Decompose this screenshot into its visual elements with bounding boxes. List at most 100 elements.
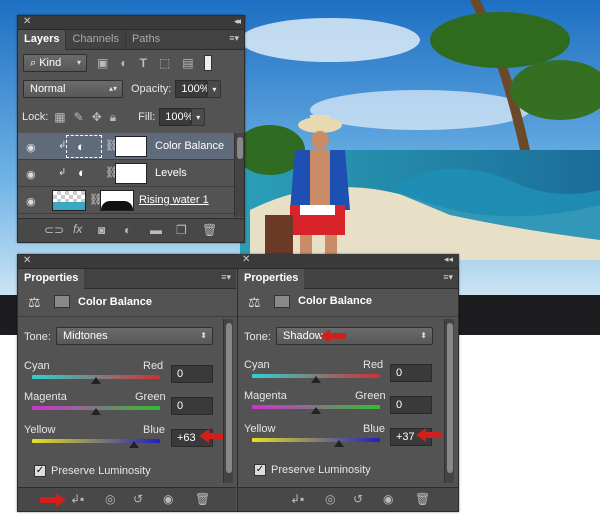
chevron-updown-icon: ⬍ — [420, 331, 427, 340]
properties-title: Color Balance — [298, 295, 372, 307]
close-icon[interactable]: ✕ — [242, 254, 250, 265]
properties-header: ⚖ Color Balance — [18, 290, 236, 317]
trash-icon[interactable]: 🗑︎ — [415, 492, 430, 506]
tab-paths[interactable]: Paths — [124, 30, 166, 50]
properties-left-scrollbar[interactable] — [223, 319, 233, 483]
visibility-eye-icon[interactable]: ◉ — [26, 195, 38, 208]
filter-kind-label: Kind — [39, 57, 62, 69]
close-icon[interactable]: ✕ — [23, 16, 31, 27]
opacity-dropdown-icon[interactable]: ▾ — [207, 80, 222, 98]
red-arrow-annotation — [320, 329, 346, 343]
lock-pixels-icon[interactable]: ✎ — [74, 110, 84, 124]
layer-mask-thumbnail[interactable] — [100, 190, 134, 211]
scrollbar-thumb[interactable] — [226, 323, 232, 473]
tone-dropdown[interactable]: Midtones ⬍ — [56, 327, 213, 345]
close-icon[interactable]: ✕ — [23, 255, 31, 266]
properties-right-titlebar[interactable]: ✕ ◂◂ — [238, 254, 459, 268]
yellow-label: Yellow — [24, 424, 56, 436]
shape-filter-icon[interactable]: ⬚ — [159, 56, 170, 70]
filter-toggle[interactable] — [203, 55, 212, 71]
link-icon[interactable]: ⊂⊃ — [44, 223, 64, 237]
image-filter-icon[interactable]: ▣ — [97, 56, 108, 70]
visibility-eye-icon[interactable]: ◉ — [26, 141, 38, 154]
cyan-red-value[interactable]: 0 — [390, 364, 432, 382]
smartobject-filter-icon[interactable]: ▤ — [182, 56, 193, 70]
properties-right-footer: ↲▪ ◎ ↺ ◉ 🗑︎ — [238, 487, 458, 511]
red-arrow-annotation — [416, 428, 442, 442]
layer-row-color-balance[interactable]: ◉ ↲ ◐ ⛓ Color Balance — [18, 133, 239, 160]
filter-kind-dropdown[interactable]: ⌕ Kind ▾ — [23, 54, 87, 72]
preserve-luminosity-checkbox[interactable]: ✓ — [34, 465, 46, 477]
properties-right: ✕ ◂◂ Properties ≡▾ ⚖ Color Balance Tone:… — [237, 254, 459, 511]
lock-row: Lock: ▦ ✎ ✥ 🔒︎ Fill: 100% ▾ — [22, 108, 206, 126]
scrollbar-thumb[interactable] — [447, 323, 453, 473]
adjustment-icon[interactable]: ◐ — [124, 223, 131, 237]
visibility-eye-icon[interactable]: ◉ — [26, 168, 38, 181]
view-previous-icon[interactable]: ◎ — [105, 492, 115, 506]
cyan-red-knob[interactable] — [311, 376, 321, 383]
new-layer-icon[interactable]: ❐ — [176, 223, 187, 237]
yellow-blue-knob[interactable] — [129, 441, 140, 448]
collapse-icon[interactable]: ◂◂ — [444, 254, 453, 265]
yellow-blue-knob[interactable] — [334, 440, 345, 447]
magenta-green-value[interactable]: 0 — [171, 397, 213, 415]
trash-icon[interactable]: 🗑︎ — [195, 492, 210, 506]
visibility-eye-icon[interactable]: ◉ — [163, 492, 173, 506]
balance-scale-icon: ⚖ — [28, 294, 41, 310]
view-previous-icon[interactable]: ◎ — [325, 492, 335, 506]
layers-panel: ✕ ◂◂ Layers Channels Paths ≡▾ ⌕ Kind ▾ ▣… — [17, 15, 245, 243]
preserve-luminosity-label: Preserve Luminosity — [271, 464, 371, 476]
folder-icon[interactable]: ▬ — [150, 223, 162, 237]
chevron-down-icon: ▾ — [76, 58, 81, 67]
yellow-blue-slider[interactable] — [252, 438, 380, 442]
magenta-green-knob[interactable] — [311, 407, 321, 414]
reset-icon[interactable]: ↺ — [133, 492, 143, 506]
tone-dropdown[interactable]: Shadows ⬍ — [276, 327, 433, 345]
cyan-red-knob[interactable] — [91, 377, 101, 384]
tab-channels[interactable]: Channels — [65, 30, 124, 50]
lock-transparent-icon[interactable]: ▦ — [54, 110, 65, 124]
mask-toggle-icon[interactable] — [274, 295, 290, 308]
mask-toggle-icon[interactable] — [54, 295, 70, 308]
properties-right-scrollbar[interactable] — [444, 319, 454, 483]
blend-mode-dropdown[interactable]: Normal ▴▾ — [23, 80, 123, 98]
layer-filter-row: ⌕ Kind ▾ ▣ ◐ T ⬚ ▤ — [23, 54, 212, 72]
fill-dropdown-icon[interactable]: ▾ — [191, 108, 206, 126]
visibility-eye-icon[interactable]: ◉ — [383, 492, 393, 506]
scrollbar-thumb[interactable] — [237, 137, 243, 159]
mask-icon[interactable]: ◙ — [98, 223, 105, 237]
tab-properties[interactable]: Properties — [238, 269, 305, 289]
blue-label: Blue — [363, 423, 386, 435]
lock-all-icon[interactable]: 🔒︎ — [110, 110, 116, 125]
reset-icon[interactable]: ↺ — [353, 492, 363, 506]
layer-mask-thumbnail[interactable] — [115, 136, 147, 157]
layer-row-rising-water[interactable]: ◉ ⛓ Rising water 1 — [18, 187, 239, 214]
panel-menu-icon[interactable]: ≡▾ — [221, 272, 231, 283]
red-label: Red — [363, 359, 384, 371]
yellow-blue-slider[interactable] — [32, 439, 160, 443]
tab-properties[interactable]: Properties — [18, 269, 85, 289]
clip-to-layer-icon[interactable]: ↲▪ — [290, 492, 304, 506]
cyan-red-value[interactable]: 0 — [171, 365, 213, 383]
clip-to-layer-icon[interactable]: ↲▪ — [70, 492, 84, 506]
magenta-green-knob[interactable] — [91, 408, 101, 415]
tab-layers[interactable]: Layers — [18, 30, 66, 50]
layer-thumbnail[interactable] — [52, 190, 86, 211]
panel-menu-icon[interactable]: ≡▾ — [229, 33, 239, 44]
trash-icon[interactable]: 🗑︎ — [202, 223, 217, 237]
fx-icon[interactable]: fx — [73, 222, 82, 236]
fill-field[interactable]: 100% — [159, 108, 193, 126]
collapse-icon[interactable]: ◂◂ — [234, 16, 241, 27]
magenta-green-value[interactable]: 0 — [390, 396, 432, 414]
layers-panel-titlebar[interactable]: ✕ ◂◂ — [18, 16, 244, 30]
preserve-luminosity-checkbox[interactable]: ✓ — [254, 464, 266, 476]
opacity-field[interactable]: 100% — [175, 80, 210, 98]
layer-mask-thumbnail[interactable] — [115, 163, 147, 184]
layers-scrollbar[interactable] — [234, 133, 244, 217]
layer-row-levels[interactable]: ◉ ↲ ◐ ⛓ Levels — [18, 160, 239, 187]
adjustment-filter-icon[interactable]: ◐ — [120, 56, 127, 70]
type-filter-icon[interactable]: T — [140, 56, 147, 70]
panel-menu-icon[interactable]: ≡▾ — [443, 272, 453, 283]
adjustment-thumbnail: ◐ — [66, 135, 102, 158]
lock-position-icon[interactable]: ✥ — [92, 110, 102, 124]
